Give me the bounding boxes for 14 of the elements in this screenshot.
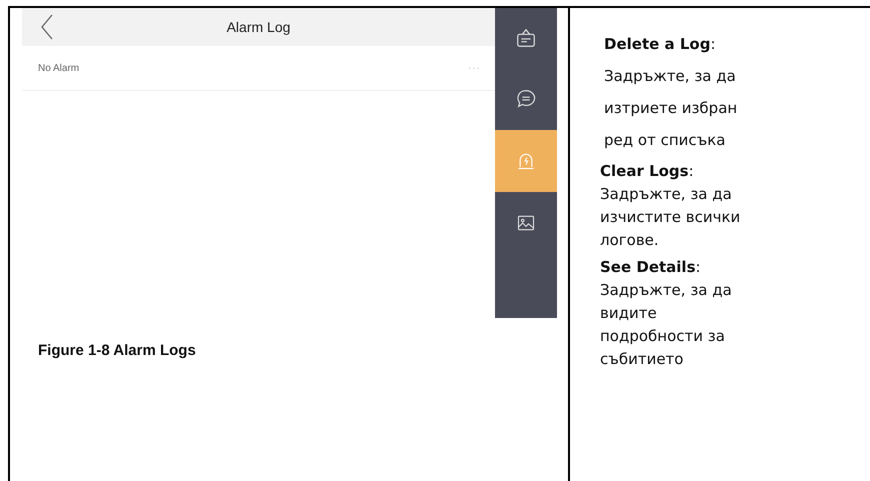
screen-title: Alarm Log [226,19,292,35]
back-icon[interactable] [40,13,54,41]
note-text: Задръжте, за да изтриете избран ред от списъка [604,66,738,151]
note-term: Clear Logs: [600,161,695,182]
chat-bubble-icon [515,88,537,110]
figure-caption: Figure 1-8 Alarm Logs [38,342,197,359]
alarm-light-icon [516,151,536,171]
notice-board-icon [515,27,537,49]
note-text: Задръжте, за да видите подробности за събитието [600,280,733,370]
log-row[interactable]: No Alarm ··· [22,46,495,91]
picture-icon [516,213,536,233]
note-term: See Details: [600,257,702,278]
note-text: Задръжте, за да изчистите всички логове. [600,184,742,251]
note-term: Delete a Log: [604,34,717,55]
